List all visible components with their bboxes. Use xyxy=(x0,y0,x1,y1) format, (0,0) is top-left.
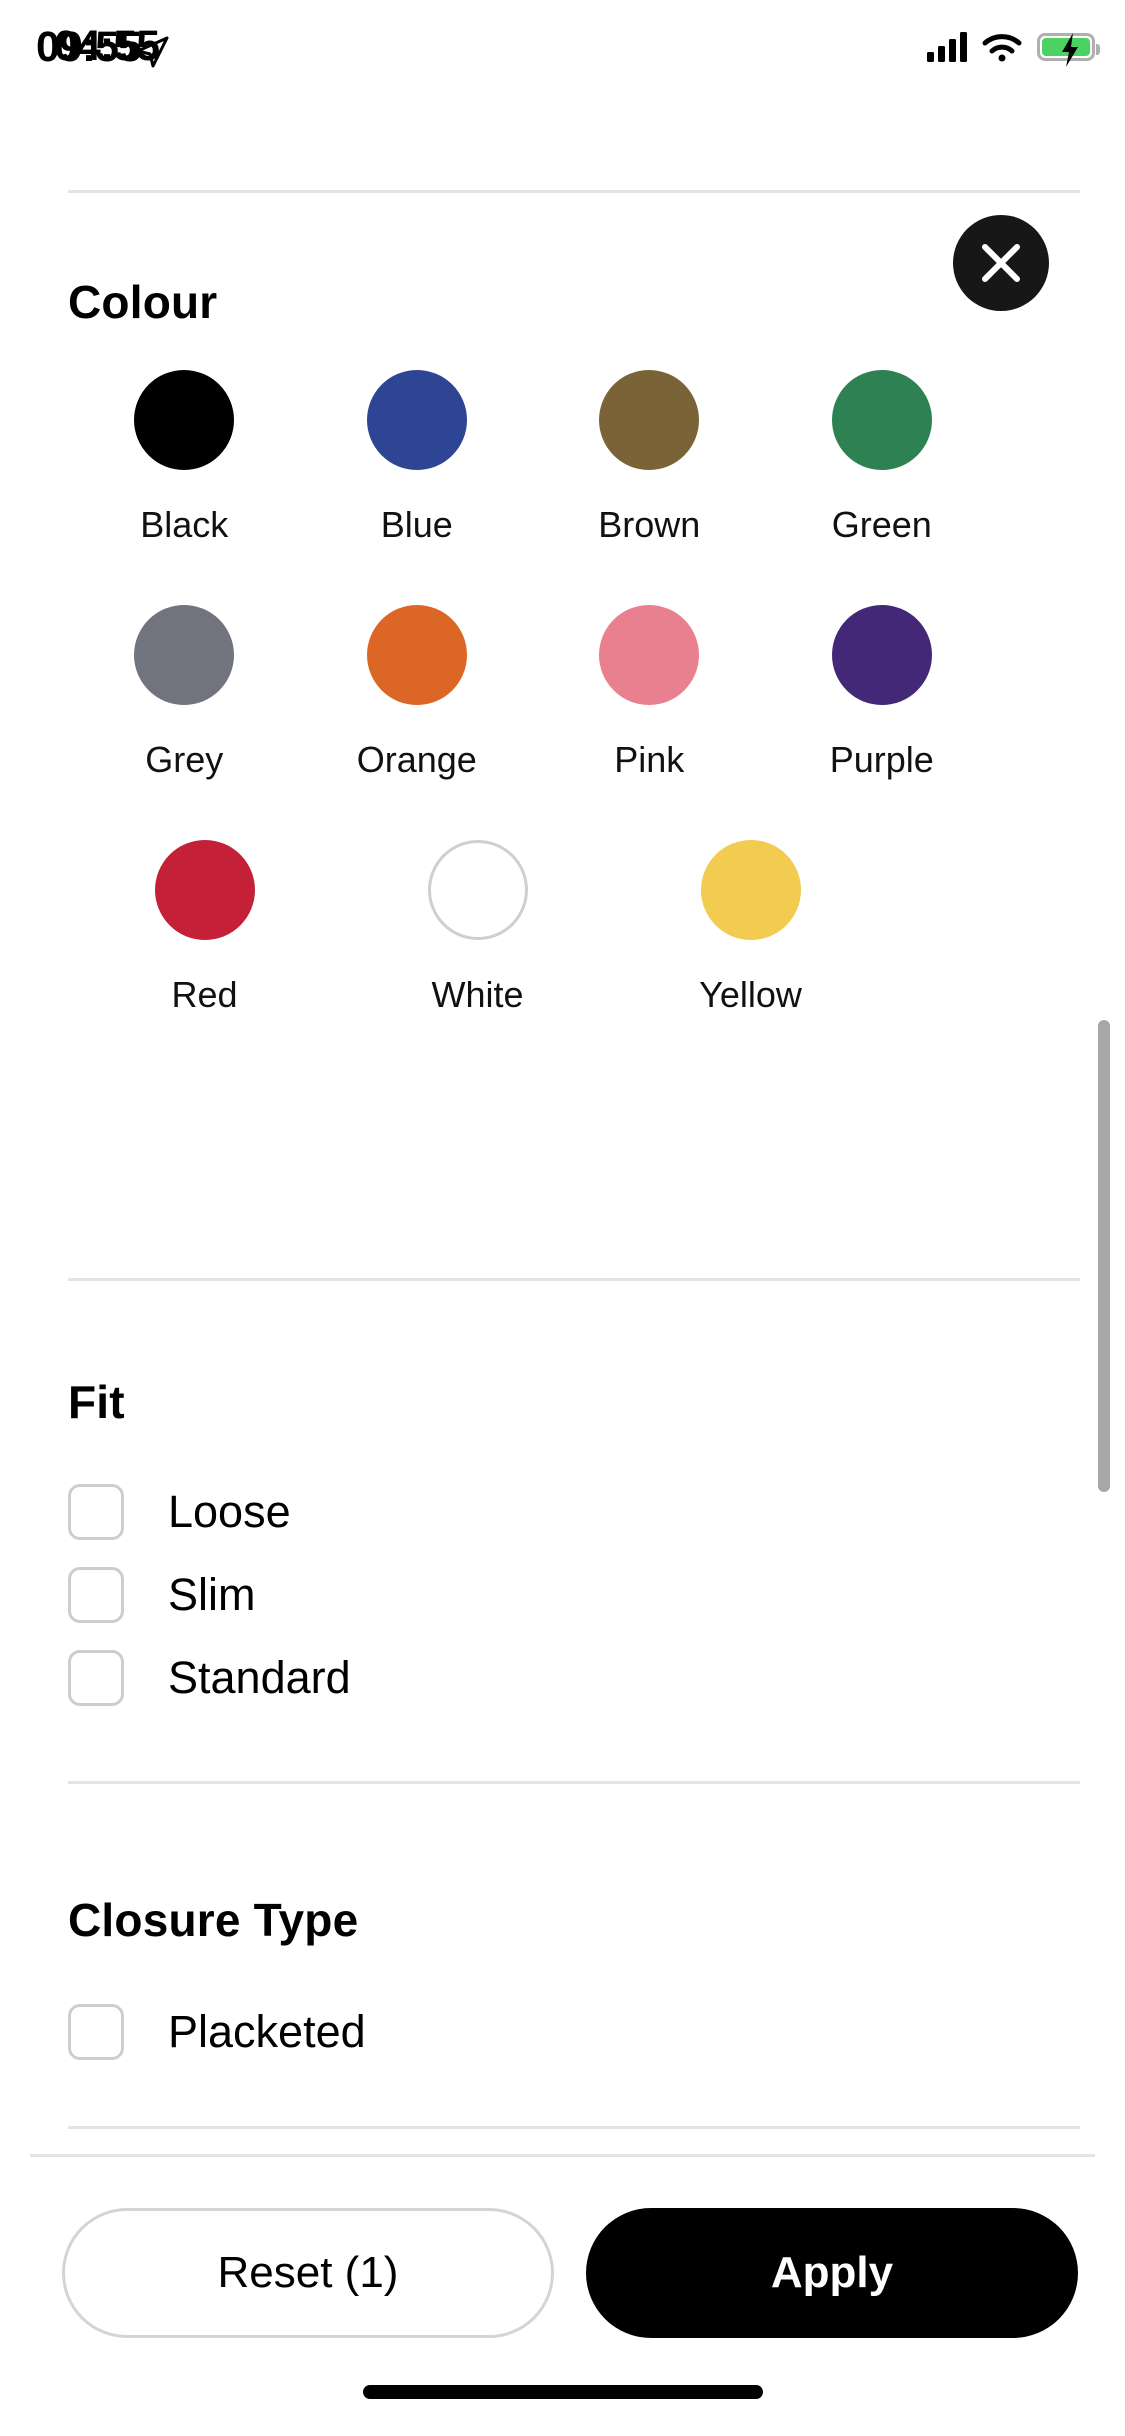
colour-swatch-label: Yellow xyxy=(699,974,802,1015)
fit-option-list: Loose Slim Standard xyxy=(68,1470,351,1719)
checkbox-label: Placketed xyxy=(168,2005,366,2057)
checkbox-placketed[interactable] xyxy=(68,2003,124,2060)
colour-swatch-label: Blue xyxy=(380,504,453,545)
closure-type-section-title: Closure Type xyxy=(68,1894,359,1946)
colour-swatch-label: Pink xyxy=(614,739,685,780)
colour-swatch-circle xyxy=(154,840,255,940)
colour-swatch-label: Brown xyxy=(598,504,701,545)
colour-row: Grey Orange Pink Purple xyxy=(68,603,998,838)
colour-swatch-blue[interactable]: Blue xyxy=(301,368,534,603)
checkbox-row[interactable]: Placketed xyxy=(68,1990,366,2073)
colour-swatch-yellow[interactable]: Yellow xyxy=(614,838,887,1073)
close-icon xyxy=(982,244,1020,282)
section-divider xyxy=(68,1278,1080,1281)
checkbox-label: Standard xyxy=(168,1651,351,1703)
colour-swatch-pink[interactable]: Pink xyxy=(533,603,766,838)
scrollbar-thumb[interactable] xyxy=(1098,1020,1110,1492)
checkbox-row[interactable]: Slim xyxy=(68,1553,351,1636)
colour-swatch-circle xyxy=(599,605,700,705)
close-button[interactable] xyxy=(953,215,1049,311)
colour-swatch-label: Purple xyxy=(829,739,934,780)
colour-swatch-circle xyxy=(599,370,700,470)
colour-swatch-label: Orange xyxy=(356,739,477,780)
colour-swatch-label: White xyxy=(431,974,524,1015)
colour-swatch-black[interactable]: Black xyxy=(68,368,301,603)
checkbox-standard[interactable] xyxy=(68,1649,124,1706)
wifi-icon xyxy=(982,34,1022,62)
colour-row: Red White Yellow xyxy=(68,838,998,1073)
sheet-top-divider xyxy=(68,190,1080,193)
colour-swatch-purple[interactable]: Purple xyxy=(766,603,999,838)
colour-swatch-white[interactable]: White xyxy=(341,838,614,1073)
cellular-signal-icon xyxy=(927,32,967,62)
colour-swatch-orange[interactable]: Orange xyxy=(301,603,534,838)
colour-swatch-label: Grey xyxy=(145,739,224,780)
colour-row: Black Blue Brown Green xyxy=(68,368,998,603)
checkbox-label: Loose xyxy=(168,1485,291,1537)
home-indicator xyxy=(362,2385,763,2399)
colour-swatch-circle xyxy=(134,370,235,470)
colour-swatch-green[interactable]: Green xyxy=(766,368,999,603)
filter-sheet-screen: 09:55 04:55 Colour Black Blue Brown Gree… xyxy=(0,0,1125,2436)
checkbox-label: Slim xyxy=(168,1568,256,1620)
colour-swatch-grey[interactable]: Grey xyxy=(68,603,301,838)
apply-button[interactable]: Apply xyxy=(586,2208,1078,2338)
status-indicators xyxy=(927,26,1100,68)
colour-swatch-brown[interactable]: Brown xyxy=(533,368,766,603)
status-time: 09:55 04:55 xyxy=(30,22,270,72)
checkbox-loose[interactable] xyxy=(68,1483,124,1540)
checkbox-slim[interactable] xyxy=(68,1566,124,1623)
checkbox-row[interactable]: Standard xyxy=(68,1636,351,1719)
footer-divider xyxy=(30,2154,1095,2157)
battery-charging-icon xyxy=(1037,33,1100,67)
colour-swatch-red[interactable]: Red xyxy=(68,838,341,1073)
closure-type-option-list: Placketed xyxy=(68,1990,366,2073)
status-bar: 09:55 04:55 xyxy=(0,0,1125,95)
section-divider xyxy=(68,1781,1080,1784)
colour-swatch-circle xyxy=(700,840,801,940)
colour-swatch-label: Red xyxy=(171,974,238,1015)
colour-swatch-label: Green xyxy=(831,504,932,545)
checkbox-row[interactable]: Loose xyxy=(68,1470,351,1553)
colour-section-title: Colour xyxy=(68,276,218,328)
reset-button[interactable]: Reset (1) xyxy=(62,2208,554,2338)
colour-swatch-circle xyxy=(366,370,467,470)
location-arrow-icon xyxy=(136,36,169,68)
colour-swatch-circle xyxy=(134,605,235,705)
colour-swatch-circle xyxy=(427,840,528,940)
footer-actions: Reset (1) Apply xyxy=(0,2208,1125,2348)
colour-swatch-circle xyxy=(831,605,932,705)
colour-swatch-circle xyxy=(831,370,932,470)
colour-swatch-grid: Black Blue Brown Green Grey Orange Pink Purple R… xyxy=(68,368,998,1073)
fit-section-title: Fit xyxy=(68,1376,125,1428)
colour-swatch-circle xyxy=(366,605,467,705)
colour-swatch-label: Black xyxy=(140,504,229,545)
section-divider xyxy=(68,2126,1080,2129)
